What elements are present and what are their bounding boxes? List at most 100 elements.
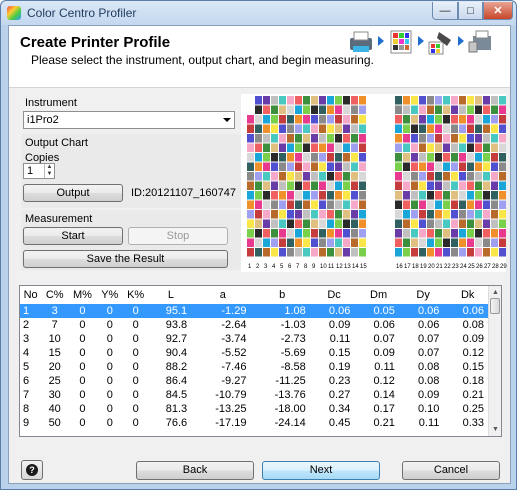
color-patch	[403, 153, 410, 162]
table-row[interactable]: 8 40 0 0 0 81.3 -13.25 -18.00 0.34 0.17 0.10 0.25	[20, 402, 490, 416]
color-patch	[459, 134, 466, 143]
save-result-button[interactable]: Save the Result	[23, 250, 228, 268]
color-patch	[411, 162, 418, 171]
table-row[interactable]: 1 3 0 0 0 95.1 -1.29 1.08 0.06 0.05 0.06 0.06	[20, 304, 490, 318]
color-patch	[451, 248, 458, 257]
column-header[interactable]: L	[148, 286, 194, 304]
cancel-button[interactable]: Cancel	[402, 461, 500, 480]
output-button[interactable]: Output	[23, 184, 123, 202]
color-patch	[343, 96, 350, 105]
stop-button[interactable]: Stop	[128, 227, 228, 245]
window-title: Color Centro Profiler	[27, 6, 137, 20]
title-bar[interactable]: Color Centro Profiler — □ ✕	[1, 1, 516, 25]
chevron-down-icon	[223, 118, 231, 122]
table-row[interactable]: 6 25 0 0 0 86.4 -9.27 -11.25 0.23 0.12 0.08 0.18	[20, 374, 490, 388]
color-patch	[319, 105, 326, 114]
table-cell: 4	[23, 347, 30, 359]
color-patch	[459, 96, 466, 105]
scroll-thumb[interactable]	[490, 298, 500, 314]
column-header[interactable]: a	[193, 286, 253, 304]
color-patch	[279, 105, 286, 114]
color-patch	[295, 210, 302, 219]
table-cell: 0.06	[417, 319, 440, 331]
color-patch	[499, 96, 506, 105]
chart-column-label: 5	[280, 264, 284, 270]
color-patch	[263, 172, 270, 181]
color-patch	[279, 210, 286, 219]
column-header[interactable]: K%	[122, 286, 149, 304]
column-header[interactable]: Dm	[356, 286, 401, 304]
step-arrow-icon	[458, 36, 464, 46]
start-button[interactable]: Start	[23, 227, 123, 245]
color-patch	[499, 115, 506, 124]
table-cell: 1	[20, 304, 42, 318]
column-header[interactable]: Dc	[311, 286, 357, 304]
color-patch	[287, 134, 294, 143]
table-cell: 0	[79, 389, 86, 401]
color-patch	[319, 162, 326, 171]
color-chart-patches	[247, 96, 506, 257]
color-patch	[395, 134, 402, 143]
color-patch	[499, 143, 506, 152]
color-patch	[335, 162, 342, 171]
column-header[interactable]: Dy	[400, 286, 446, 304]
table-cell: 0.33	[462, 417, 484, 429]
vertical-scrollbar[interactable]: ▲ ▼	[488, 286, 501, 436]
help-button[interactable]: ?	[21, 460, 43, 480]
table-row[interactable]: 3 10 0 0 0 92.7 -3.74 -2.73 0.11 0.07 0.07 0.09	[20, 332, 490, 346]
color-patch	[255, 162, 262, 171]
decrement-icon[interactable]: ▼	[45, 171, 54, 178]
color-patch	[271, 124, 278, 133]
color-patch	[403, 181, 410, 190]
back-button[interactable]: Back	[136, 461, 254, 480]
page-subtitle: Please select the instrument, output cha…	[31, 53, 374, 67]
color-patch	[491, 134, 498, 143]
color-patch	[263, 105, 270, 114]
color-patch	[443, 181, 450, 190]
table-row[interactable]: 9 50 0 0 0 76.6 -17.19 -24.14 0.45 0.21 0.11 0.33	[20, 416, 490, 430]
table-row[interactable]: 7 30 0 0 0 84.5 -10.79 -13.76 0.27 0.14 0.09 0.21	[20, 388, 490, 402]
color-patch	[335, 191, 342, 200]
table-cell: 20	[48, 361, 61, 373]
instrument-select[interactable]: i1Pro2	[23, 111, 235, 129]
color-patch	[327, 105, 334, 114]
chart-column-label: 26	[476, 264, 483, 270]
column-header[interactable]: b	[252, 286, 312, 304]
table-row[interactable]: 5 20 0 0 0 88.2 -7.46 -8.58 0.19 0.11 0.08 0.15	[20, 360, 490, 374]
color-patch	[319, 229, 326, 238]
color-patch	[335, 248, 342, 257]
table-row[interactable]: 2 7 0 0 0 93.8 -2.64 -1.03 0.09 0.06 0.06 0.08	[20, 318, 490, 332]
next-button[interactable]: Next	[262, 461, 380, 480]
measure-step-icon	[428, 32, 451, 55]
table-row[interactable]: 4 15 0 0 0 90.4 -5.52 -5.69 0.15 0.09 0.07 0.12	[20, 346, 490, 360]
measurement-table[interactable]: No C% M% Y% K% La b Dc Dm Dy Dk 1 3 0 0 0 95.1 -1.29 1.08…	[19, 285, 502, 437]
color-patch	[427, 96, 434, 105]
color-patch	[491, 115, 498, 124]
close-button[interactable]: ✕	[483, 2, 513, 20]
color-patch	[287, 238, 294, 247]
color-patch	[287, 210, 294, 219]
minimize-button[interactable]: —	[432, 2, 458, 20]
maximize-button[interactable]: □	[458, 2, 483, 20]
column-header[interactable]: Y%	[96, 286, 123, 304]
color-patch	[443, 238, 450, 247]
table-cell: -7.46	[221, 361, 247, 373]
instrument-value: i1Pro2	[27, 114, 59, 126]
color-patch	[435, 219, 442, 228]
scroll-down-icon[interactable]: ▼	[489, 423, 501, 436]
chart-column-label: 9	[312, 264, 316, 270]
color-patch	[443, 219, 450, 228]
color-patch	[351, 210, 358, 219]
color-patch	[271, 153, 278, 162]
color-patch	[287, 143, 294, 152]
column-header[interactable]: C%	[41, 286, 69, 304]
increment-icon[interactable]: ▲	[45, 164, 54, 171]
column-header[interactable]: No	[20, 286, 42, 304]
color-patch	[327, 229, 334, 238]
color-patch	[499, 238, 506, 247]
copies-stepper[interactable]: 1 ▲ ▼	[23, 163, 55, 179]
chart-column-label: 10	[320, 264, 327, 270]
column-header[interactable]: Dk	[445, 286, 490, 304]
color-patch	[483, 162, 490, 171]
column-header[interactable]: M%	[68, 286, 97, 304]
